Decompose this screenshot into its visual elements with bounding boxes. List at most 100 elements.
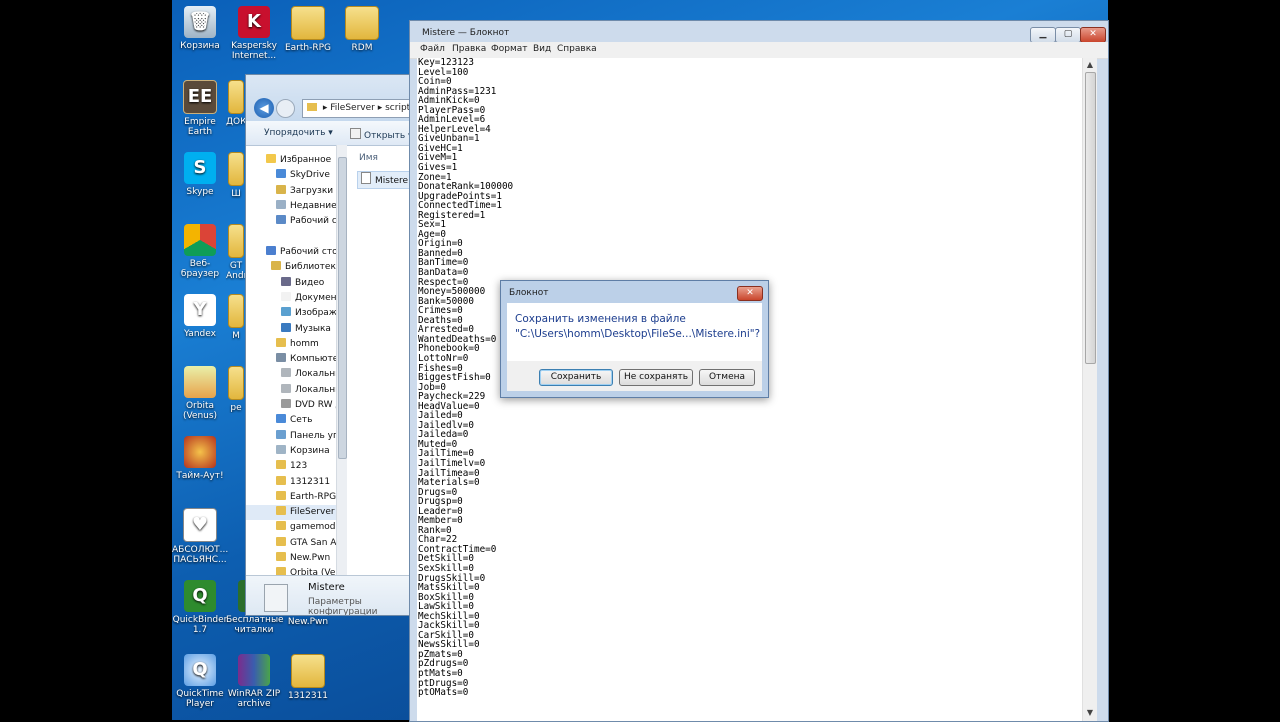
quicktime-icon[interactable]: Q QuickTime Player bbox=[172, 654, 228, 709]
save-button[interactable]: Сохранить bbox=[539, 369, 613, 386]
folder-gta-icon[interactable]: GT Andr bbox=[226, 224, 246, 281]
forward-arrow-icon[interactable] bbox=[276, 99, 295, 118]
config-file-icon bbox=[264, 584, 288, 612]
time-out-icon[interactable]: Тайм-Аут! bbox=[172, 436, 228, 481]
menu-help[interactable]: Справка bbox=[557, 44, 597, 54]
scroll-down-icon[interactable]: ▼ bbox=[1083, 708, 1097, 717]
skype-logo-icon: S bbox=[184, 152, 216, 184]
folder-icon bbox=[271, 261, 281, 271]
details-pane: Mistere Параметры конфигурации bbox=[246, 575, 426, 615]
scrollbar-thumb[interactable] bbox=[1085, 72, 1096, 364]
chrome-icon[interactable]: Веб-браузер bbox=[172, 224, 228, 279]
solitaire-icon[interactable]: ♥ АБСОЛЮТ... ПАСЬЯНС... bbox=[172, 508, 228, 565]
dont-save-button[interactable]: Не сохранять bbox=[619, 369, 693, 386]
folder-icon bbox=[276, 521, 286, 531]
details-file-name: Mistere bbox=[308, 582, 345, 593]
back-arrow-icon[interactable]: ◀ bbox=[254, 98, 274, 118]
tree-item-label: Корзина bbox=[290, 445, 330, 456]
tree-item-label: Видео bbox=[295, 277, 325, 288]
folder-m-icon[interactable]: M bbox=[226, 294, 246, 341]
quickbinder-logo-icon: Q bbox=[184, 580, 216, 612]
folder-sh-icon[interactable]: Ш bbox=[226, 152, 246, 199]
folder-re-icon[interactable]: ре bbox=[226, 366, 246, 413]
folder-icon bbox=[291, 6, 325, 40]
folder-icon bbox=[276, 429, 286, 439]
folder-earth-rpg-icon[interactable]: Earth-RPG bbox=[280, 6, 336, 53]
tree-item[interactable]: Панель упр bbox=[276, 429, 336, 444]
open-button[interactable]: Открыть ▾ bbox=[350, 128, 413, 141]
scroll-up-icon[interactable]: ▲ bbox=[1083, 60, 1097, 69]
tree-item[interactable]: Загрузки bbox=[276, 184, 333, 199]
tree-item-label: Локальны bbox=[295, 369, 336, 380]
tree-item[interactable]: Музыка bbox=[281, 322, 331, 337]
minimize-button[interactable]: ▁ bbox=[1030, 27, 1056, 43]
menu-edit[interactable]: Правка bbox=[452, 44, 486, 54]
tree-item[interactable]: Компьютер bbox=[276, 352, 336, 367]
folder-1312311-icon[interactable]: 1312311 bbox=[280, 654, 336, 701]
breadcrumb-separator: ▸ bbox=[377, 103, 386, 113]
quickbinder-icon[interactable]: Q QuickBinder 1.7 bbox=[172, 580, 228, 635]
tree-item[interactable]: homm bbox=[276, 337, 319, 352]
navigation-scrollbar[interactable] bbox=[336, 145, 347, 575]
tree-item-label: FileServer bbox=[290, 507, 335, 518]
dialog-body: Сохранить изменения в файле "C:\Users\ho… bbox=[507, 303, 762, 361]
folder-icon bbox=[281, 322, 291, 332]
tree-item[interactable]: 123 bbox=[276, 459, 307, 474]
folder-doc-icon[interactable]: ДОК bbox=[226, 80, 246, 127]
save-changes-dialog: Блокнот ✕ Сохранить изменения в файле "C… bbox=[500, 280, 769, 398]
tree-item[interactable]: 1312311 bbox=[276, 475, 330, 490]
quicktime-logo-icon: Q bbox=[184, 654, 216, 686]
menu-format[interactable]: Формат bbox=[491, 44, 528, 54]
tree-item[interactable]: Корзина bbox=[276, 444, 330, 459]
tree-item[interactable]: Видео bbox=[281, 276, 324, 291]
folder-icon bbox=[307, 103, 317, 111]
empire-earth-logo-icon: EE bbox=[183, 80, 217, 114]
tree-item[interactable]: Избранное bbox=[266, 153, 331, 168]
tree-item[interactable]: Сеть bbox=[276, 413, 312, 428]
dialog-close-button[interactable]: ✕ bbox=[737, 286, 763, 301]
tree-item-label: Библиотек bbox=[285, 262, 336, 273]
tree-item[interactable]: GTA San Ar bbox=[276, 536, 336, 551]
cancel-button[interactable]: Отмена bbox=[699, 369, 755, 386]
close-button[interactable]: ✕ bbox=[1080, 27, 1106, 43]
tree-item[interactable]: Библиотек bbox=[271, 260, 336, 275]
tree-item[interactable]: FileServer bbox=[246, 505, 336, 521]
folder-icon bbox=[281, 307, 291, 317]
column-header-name[interactable]: Имя bbox=[359, 153, 378, 163]
tree-item[interactable]: Локальны bbox=[281, 367, 336, 382]
yandex-icon[interactable]: Y Yandex bbox=[172, 294, 228, 339]
scrollbar-thumb[interactable] bbox=[338, 157, 347, 459]
tree-item[interactable]: Рабочий ст bbox=[276, 214, 336, 229]
empire-earth-icon[interactable]: EE Empire Earth bbox=[172, 80, 228, 137]
tree-item-label: Рабочий ст bbox=[290, 216, 336, 227]
winrar-icon[interactable]: WinRAR ZIP archive bbox=[226, 654, 282, 709]
dialog-title: Блокнот bbox=[509, 288, 549, 298]
folder-rdm-icon[interactable]: RDM bbox=[334, 6, 390, 53]
tree-item[interactable]: Рабочий сто bbox=[266, 245, 336, 260]
explorer-window: ◀ ▸ FileServer ▸ scripts Упорядочить ▾ О… bbox=[245, 74, 427, 616]
tree-item[interactable]: Изображ bbox=[281, 306, 336, 321]
tree-item-label: Панель упр bbox=[290, 430, 336, 441]
orbita-icon[interactable]: Orbita (Venus) bbox=[172, 366, 228, 421]
window-title: Mistere — Блокнот bbox=[422, 28, 510, 38]
organize-button[interactable]: Упорядочить ▾ bbox=[264, 128, 333, 138]
menu-view[interactable]: Вид bbox=[533, 44, 551, 54]
menu-file[interactable]: Файл bbox=[420, 44, 445, 54]
recycle-bin-icon[interactable]: 🗑 Корзина bbox=[172, 6, 228, 51]
breadcrumb-fileserver[interactable]: FileServer bbox=[330, 103, 375, 113]
tree-item[interactable]: Earth-RPG bbox=[276, 490, 336, 505]
kaspersky-icon[interactable]: K Kaspersky Internet... bbox=[226, 6, 282, 61]
maximize-button[interactable]: ▢ bbox=[1055, 27, 1081, 43]
tree-item[interactable]: DVD RW д bbox=[281, 398, 336, 413]
tree-item[interactable]: Докумен bbox=[281, 291, 336, 306]
tree-item[interactable]: gamemode bbox=[276, 520, 336, 535]
tree-item-label: Избранное bbox=[280, 155, 332, 165]
tree-item[interactable]: New.Pwn bbox=[276, 551, 330, 566]
folder-icon bbox=[266, 246, 276, 255]
tree-item[interactable]: Недавние м bbox=[276, 199, 336, 214]
tree-item[interactable]: SkyDrive bbox=[276, 168, 330, 183]
tree-item[interactable]: Локальны bbox=[281, 383, 336, 398]
vertical-scrollbar[interactable]: ▲ ▼ bbox=[1082, 58, 1097, 721]
tree-item[interactable]: Orbita (Ven bbox=[276, 566, 336, 575]
skype-icon[interactable]: S Skype bbox=[172, 152, 228, 197]
